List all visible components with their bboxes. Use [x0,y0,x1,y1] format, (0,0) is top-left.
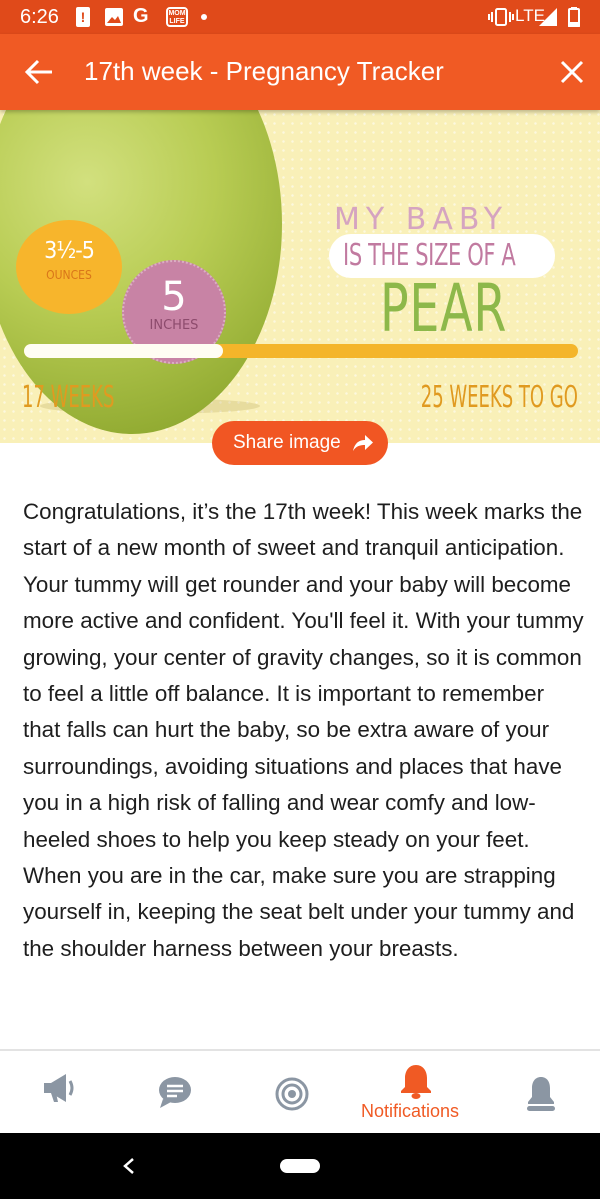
alert-icon: ! [76,7,90,27]
pregnancy-progress-fill [24,344,224,358]
signal-icon [539,8,557,26]
weight-badge: 3½-5 OUNCES [16,220,122,314]
back-arrow-icon[interactable] [24,58,54,86]
share-image-button[interactable]: Share image [212,421,388,465]
chat-icon[interactable] [157,1075,193,1109]
bell-icon[interactable] [399,1063,433,1099]
megaphone-icon[interactable] [40,1069,78,1107]
status-bar: 6:26 ! G MOM LIFE LTE [0,0,600,34]
weight-value: 3½-5 [44,238,95,264]
size-line-text: IS THE SIZE OF A [343,238,516,273]
status-time: 6:26 [20,6,59,28]
dot-icon [201,14,207,20]
share-button-label: Share image [233,432,341,453]
fruit-name: PEAR [380,270,508,347]
page-title: 17th week - Pregnancy Tracker [84,56,444,86]
google-icon: G [133,5,149,27]
close-icon[interactable] [560,60,584,84]
battery-icon [568,7,580,27]
length-unit: INCHES [149,318,199,333]
pregnancy-progress-bar [24,344,578,358]
system-back-icon[interactable] [122,1157,136,1175]
profile-icon[interactable] [524,1075,558,1113]
baby-size-hero: 3½-5 OUNCES 5 INCHES MY BABY IS THE SIZE… [0,110,600,443]
weight-unit: OUNCES [46,268,92,282]
target-icon[interactable] [275,1077,309,1111]
weeks-remaining: 25 WEEKS TO GO [420,380,578,415]
length-value: 5 [161,274,187,320]
share-arrow-icon [353,435,373,451]
system-navigation-bar [0,1133,600,1199]
mom-life-label: MOM LIFE [168,10,186,25]
heading-partial: MY BABY [330,204,550,238]
nav-notifications-label[interactable]: Notifications [361,1101,459,1122]
image-icon [105,8,123,26]
vibrate-icon [488,8,514,26]
heading-partial-text: MY BABY [334,204,509,237]
weeks-completed: 17 WEEKS [22,380,115,415]
week-description: Congratulations, it’s the 17th week! Thi… [23,499,584,961]
app-bar: 17th week - Pregnancy Tracker [0,34,600,110]
system-home-button[interactable] [280,1159,320,1173]
mom-life-icon: MOM LIFE [166,7,188,27]
bottom-navigation: Notifications [0,1051,600,1133]
